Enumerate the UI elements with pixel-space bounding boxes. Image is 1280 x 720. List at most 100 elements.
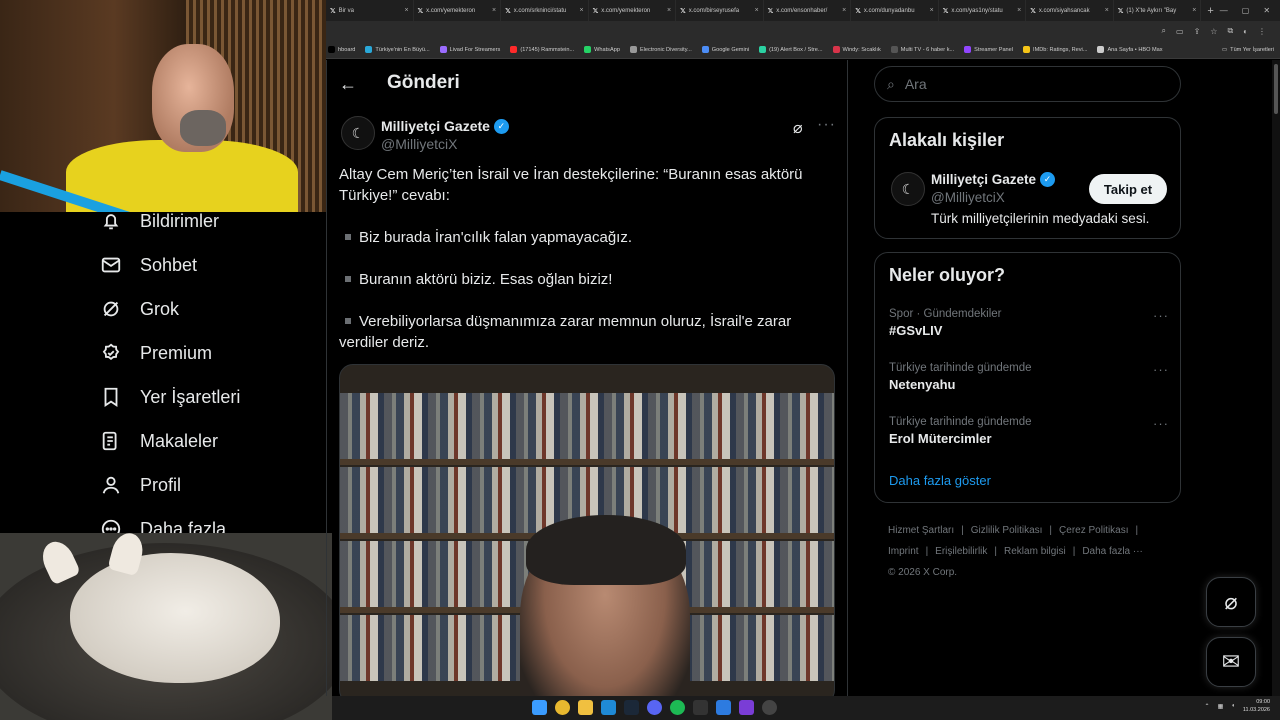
grok-fab-icon[interactable]: ⌀ <box>1206 577 1256 627</box>
nav-item-grok[interactable]: Grok <box>100 298 179 320</box>
epic-icon[interactable] <box>693 700 708 715</box>
chrome-icon[interactable] <box>555 700 570 715</box>
obs-icon[interactable] <box>762 700 777 715</box>
browser-tab[interactable]: 𝕏x.com/dunyadanbu × <box>851 0 939 21</box>
nav-item-bookmark[interactable]: Yer İşaretleri <box>100 386 240 408</box>
browser-tab[interactable]: 𝕏 (1) X'te Aykırı "Bay × <box>1114 0 1202 21</box>
bookmark-item[interactable]: Ana Sayfa • HBO Max <box>1097 46 1163 53</box>
browser-tab[interactable]: 𝕏x.com/srkninci/statu × <box>501 0 589 21</box>
post-video[interactable] <box>339 364 835 696</box>
grok-icon[interactable]: ⌀ <box>793 118 803 138</box>
star-icon[interactable]: ☆ <box>1210 27 1217 36</box>
nav-item-bell[interactable]: Bildirimler <box>100 210 219 232</box>
new-tab-button[interactable]: + <box>1201 5 1219 17</box>
close-icon[interactable]: × <box>930 7 934 14</box>
app-icon[interactable] <box>716 700 731 715</box>
bookmark-item[interactable]: WhatsApp <box>584 46 620 53</box>
browser-tab[interactable]: 𝕏x.com/birseyrusefa × <box>676 0 764 21</box>
bookmark-item[interactable]: hboard <box>328 46 355 53</box>
chevron-up-icon[interactable]: ⌃ <box>1205 703 1210 710</box>
mail-icon <box>101 257 121 273</box>
close-icon[interactable]: × <box>755 7 759 14</box>
nav-item-person[interactable]: Profil <box>100 474 181 496</box>
spotify-icon[interactable] <box>670 700 685 715</box>
profile-icon[interactable]: ◐ <box>1243 27 1248 36</box>
clock[interactable]: 09:00 11.03.2026 <box>1243 698 1270 714</box>
footer-link[interactable]: Imprint <box>888 546 919 557</box>
bookmark-item[interactable]: (19) Alert Box / Stre... <box>759 46 823 53</box>
explorer-icon[interactable] <box>578 700 593 715</box>
back-arrow-icon[interactable]: ← <box>339 74 357 95</box>
show-more-link[interactable]: Daha fazla göster <box>889 473 991 488</box>
start-icon[interactable] <box>532 700 547 715</box>
footer-link[interactable]: Gizlilik Politikası <box>971 525 1043 536</box>
bookmark-item[interactable]: Electronic Diversity... <box>629 46 692 53</box>
more-options-icon[interactable]: ··· <box>1153 308 1169 323</box>
share-icon[interactable]: ⇪ <box>1194 27 1201 36</box>
browser-tab[interactable]: 𝕏x.com/yemekteron × <box>414 0 502 21</box>
nav-item-article[interactable]: Makaleler <box>100 430 218 452</box>
trend-item[interactable]: Spor · Gündemdekiler #GSvLIV ··· <box>889 308 1169 338</box>
related-name-text[interactable]: Milliyetçi Gazete <box>931 172 1036 187</box>
network-icon[interactable]: ▦ <box>1218 703 1224 710</box>
more-options-icon[interactable]: ··· <box>1153 416 1169 431</box>
bookmark-item[interactable]: IMDb: Ratings, Revi... <box>1023 46 1087 53</box>
browser-tab[interactable]: 𝕏x.com/yemekteron × <box>589 0 677 21</box>
bookmark-item[interactable]: Streamer Panel <box>964 46 1013 53</box>
steam-icon[interactable] <box>624 700 639 715</box>
volume-icon[interactable]: ◖ <box>1231 703 1235 709</box>
author-name[interactable]: Milliyetçi Gazete ✓ <box>381 118 509 134</box>
close-window-icon[interactable]: ✕ <box>1263 6 1270 15</box>
bookmark-item[interactable]: Türkiye'nin En Büyü... <box>365 46 430 53</box>
nav-item-premium[interactable]: Premium <box>100 342 212 364</box>
search-input[interactable]: ⌕ Ara <box>874 66 1181 102</box>
trend-item[interactable]: Türkiye tarihinde gündemde Netenyahu ··· <box>889 362 1169 392</box>
nav-item-mail[interactable]: Sohbet <box>100 254 197 276</box>
close-icon[interactable]: × <box>667 7 671 14</box>
trend-context: Spor · Gündemdekiler <box>889 308 1002 320</box>
browser-tab[interactable]: 𝕏x.com/yas1ny/statu × <box>939 0 1027 21</box>
related-avatar[interactable]: ☾ <box>891 172 925 206</box>
browser-tab[interactable]: 𝕏x.com/siyahsancak × <box>1026 0 1114 21</box>
close-icon[interactable]: × <box>842 7 846 14</box>
follow-button[interactable]: Takip et <box>1089 174 1167 204</box>
browser-tab[interactable]: 𝕏 Bir va × <box>326 0 414 21</box>
minimize-icon[interactable]: — <box>1220 6 1228 15</box>
footer-link[interactable]: Daha fazla ··· <box>1082 546 1143 557</box>
footer-link[interactable]: Hizmet Şartları <box>888 525 954 536</box>
messages-fab-icon[interactable]: ✉ <box>1206 637 1256 687</box>
bookmark-item[interactable]: Multi TV - 6 haber k... <box>890 46 954 53</box>
footer-link[interactable]: Erişilebilirlik <box>935 546 987 557</box>
maximize-icon[interactable]: ▢ <box>1242 6 1250 15</box>
author-avatar[interactable]: ☾ <box>341 116 375 150</box>
edge-icon[interactable] <box>601 700 616 715</box>
bookmark-item[interactable]: Livad For Streamers <box>439 46 500 53</box>
close-icon[interactable]: × <box>580 7 584 14</box>
close-icon[interactable]: × <box>492 7 496 14</box>
bookmark-item[interactable]: Google Gemini <box>701 46 749 53</box>
extensions-icon[interactable]: ⧉ <box>1227 26 1233 36</box>
scrollbar[interactable] <box>1272 60 1280 696</box>
close-icon[interactable]: × <box>1105 7 1109 14</box>
zoom-icon[interactable]: ⌕ <box>1162 26 1166 36</box>
cast-icon[interactable]: ▭ <box>1176 27 1184 36</box>
close-icon[interactable]: × <box>1017 7 1021 14</box>
discord-icon[interactable] <box>647 700 662 715</box>
tv-icon[interactable] <box>739 700 754 715</box>
trend-item[interactable]: Türkiye tarihinde gündemde Erol Müterciml… <box>889 416 1169 446</box>
more-options-icon[interactable]: ··· <box>1153 362 1169 377</box>
all-bookmarks[interactable]: ▭ Tüm Yer İşaretleri <box>1222 47 1280 53</box>
bookmark-item[interactable]: (17145) Rammstein... <box>510 46 574 53</box>
related-name[interactable]: Milliyetçi Gazete ✓ <box>931 172 1056 187</box>
bookmark-item[interactable]: Windy: Sıcaklık <box>832 46 881 53</box>
footer-link[interactable]: Çerez Politikası <box>1059 525 1128 536</box>
author-handle[interactable]: @MilliyetciX <box>381 136 457 152</box>
more-options-icon[interactable]: ··· <box>817 116 836 134</box>
related-handle[interactable]: @MilliyetciX <box>931 190 1005 205</box>
close-icon[interactable]: × <box>404 7 408 14</box>
menu-icon[interactable]: ⋮ <box>1258 27 1266 36</box>
close-icon[interactable]: × <box>1192 7 1196 14</box>
author-name-text[interactable]: Milliyetçi Gazete <box>381 118 490 134</box>
footer-link[interactable]: Reklam bilgisi <box>1004 546 1066 557</box>
browser-tab[interactable]: 𝕏x.com/ensonhaber/ × <box>764 0 852 21</box>
